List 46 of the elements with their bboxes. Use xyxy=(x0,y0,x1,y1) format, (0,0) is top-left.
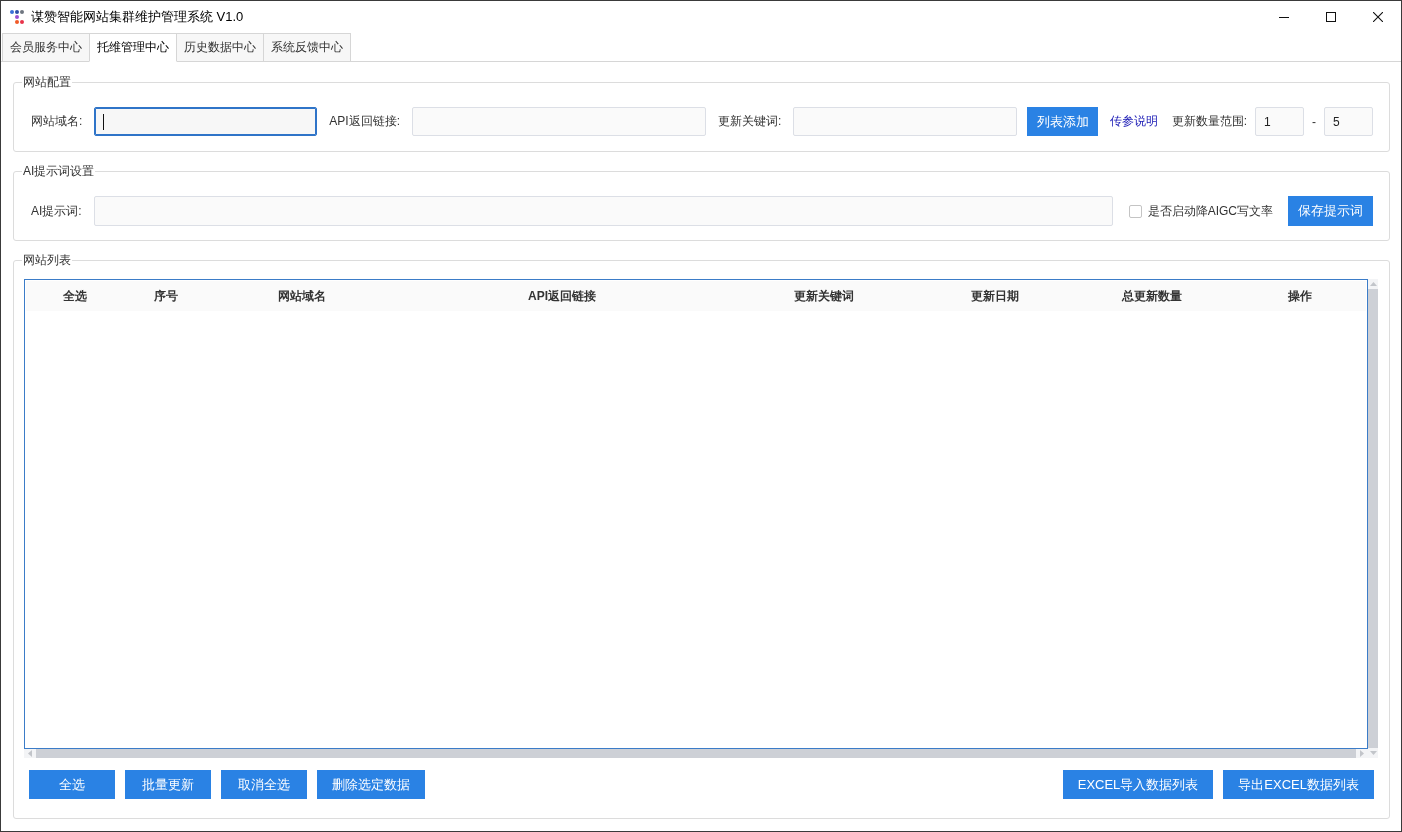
column-header: 全选 xyxy=(63,287,87,305)
text-field[interactable] xyxy=(94,107,318,136)
minimize-icon xyxy=(1278,16,1289,18)
column-header: 操作 xyxy=(1288,287,1312,305)
window-title: 谋赞智能网站集群维护管理系统 V1.0 xyxy=(31,8,244,26)
scroll-right-arrow-icon xyxy=(1360,750,1364,757)
column-header: 更新日期 xyxy=(971,287,1019,305)
add-button[interactable]: 列表添加 xyxy=(1027,107,1098,136)
column-header: 网站域名 xyxy=(278,287,326,305)
checkbox[interactable] xyxy=(1128,204,1142,218)
action-button[interactable]: 取消全选 xyxy=(221,770,307,799)
help-link[interactable]: 传参说明 xyxy=(1109,113,1158,130)
action-button[interactable]: EXCEL导入数据列表 xyxy=(1062,770,1214,799)
field-label: 更新数量范围: xyxy=(1171,113,1247,130)
action-button[interactable]: 批量更新 xyxy=(125,770,211,799)
scroll-left-arrow-icon xyxy=(28,750,32,757)
checkbox-label[interactable]: 是否启动降AIGC写文率 xyxy=(1147,202,1273,220)
tab[interactable]: 系统反馈中心 xyxy=(263,33,351,62)
tab[interactable]: 会员服务中心 xyxy=(2,33,90,62)
group-title: 网站列表 xyxy=(22,253,72,267)
action-button[interactable]: 删除选定数据 xyxy=(317,770,425,799)
field-label: AI提示词: xyxy=(31,202,82,220)
field-label: 网站域名: xyxy=(31,113,83,130)
column-header: 序号 xyxy=(154,287,178,305)
text-cursor-icon xyxy=(103,113,105,130)
app-logo-icon xyxy=(9,9,25,25)
column-header: 更新关键词 xyxy=(794,287,854,305)
column-header: API返回链接 xyxy=(528,287,596,305)
tab[interactable]: 历史数据中心 xyxy=(176,33,264,62)
number-field[interactable]: 1 xyxy=(1255,107,1304,136)
number-field[interactable]: 5 xyxy=(1324,107,1373,136)
range-separator: - xyxy=(1312,114,1316,129)
group-title: AI提示词设置 xyxy=(22,164,96,178)
scroll-down-arrow-icon xyxy=(1369,751,1377,755)
tab[interactable]: 托维管理中心 xyxy=(89,33,177,62)
action-button[interactable]: 导出EXCEL数据列表 xyxy=(1223,770,1374,799)
maximize-icon xyxy=(1325,12,1336,22)
field-label: 更新关键词: xyxy=(718,113,782,130)
save-button[interactable]: 保存提示词 xyxy=(1288,196,1373,226)
close-icon xyxy=(1372,12,1383,22)
prompt-field[interactable] xyxy=(93,196,1113,226)
scroll-up-arrow-icon xyxy=(1369,282,1377,286)
field-label: API返回链接: xyxy=(329,113,401,130)
action-button[interactable]: 全选 xyxy=(29,770,115,799)
group-title: 网站配置 xyxy=(22,75,72,89)
column-header: 总更新数量 xyxy=(1122,287,1182,305)
